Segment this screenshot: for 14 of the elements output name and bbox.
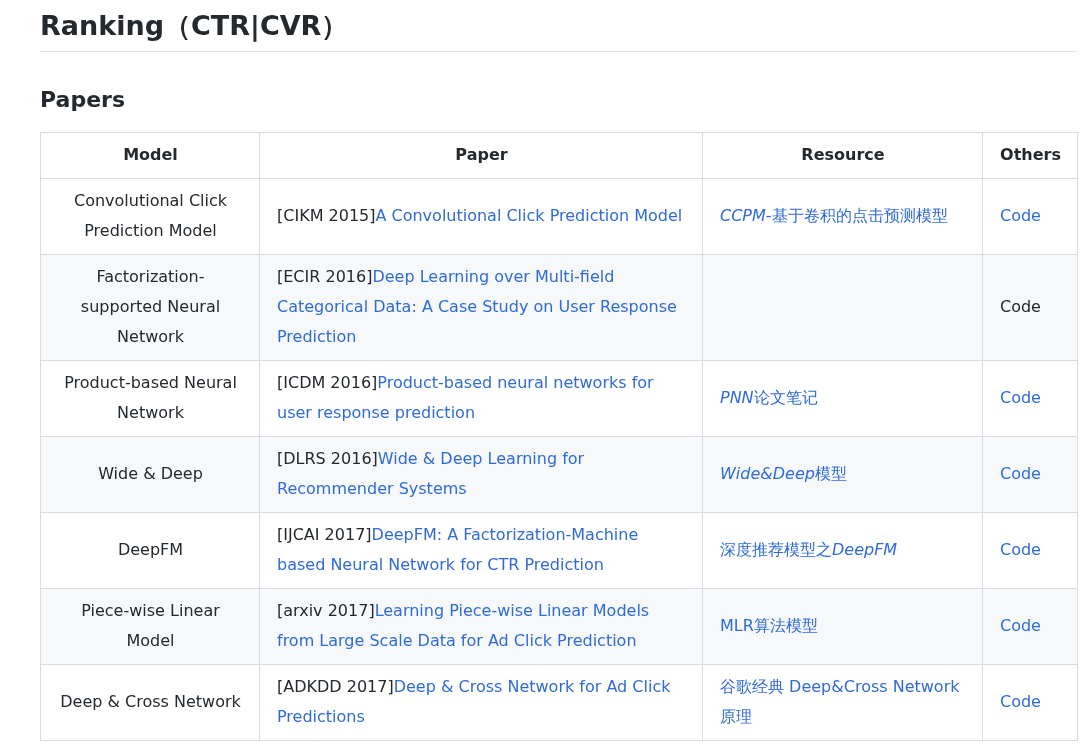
- model-name: Factorization-supported Neural Network: [40, 254, 260, 361]
- model-name: Product-based Neural Network: [40, 360, 260, 437]
- section-heading: Papers: [40, 86, 125, 114]
- column-header: Paper: [259, 132, 703, 179]
- column-header: Resource: [702, 132, 983, 179]
- page-heading: Ranking（CTR|CVR）: [40, 9, 349, 44]
- model-name: Wide & Deep: [40, 436, 260, 513]
- column-header: Others: [982, 132, 1078, 179]
- model-name: DeepFM: [40, 512, 260, 589]
- model-name: Deep & Cross Network: [40, 664, 260, 741]
- model-name: Piece-wise Linear Model: [40, 588, 260, 665]
- column-header: Model: [40, 132, 260, 179]
- model-name: Convolutional Click Prediction Model: [40, 178, 260, 255]
- code-label: Code: [1000, 297, 1041, 316]
